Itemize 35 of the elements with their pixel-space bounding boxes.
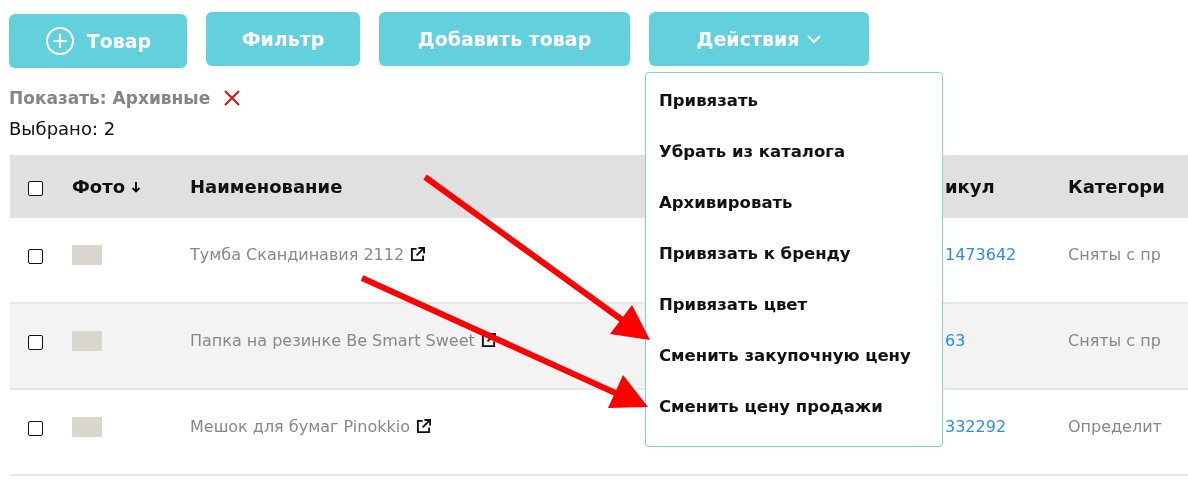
menu-item[interactable]: Архивировать [646, 185, 942, 236]
selected-count: Выбрано: 2 [8, 117, 116, 139]
article-link[interactable]: 332292 [945, 417, 1007, 436]
menu-item[interactable]: Привязать [646, 83, 942, 134]
product-name: Мешок для бумаг Pinokkio [190, 417, 410, 436]
row-checkbox[interactable] [27, 249, 43, 264]
menu-item[interactable]: Привязать цвет [646, 287, 942, 338]
filter-label: Показать: Архивные [9, 88, 211, 108]
photo-placeholder [72, 245, 102, 265]
article-link[interactable]: 1473642 [945, 245, 1017, 264]
table-cell: Сняты с пр [1068, 331, 1161, 350]
column-header: икул [945, 176, 995, 197]
product-name: Тумба Скандинавия 2112 [190, 245, 405, 264]
table-cell: Сняты с пр [1068, 245, 1161, 264]
sort-arrow-icon [131, 180, 141, 193]
menu-item[interactable]: Убрать из каталога [646, 134, 942, 185]
close-icon[interactable] [224, 90, 241, 106]
select-all-checkbox[interactable] [27, 181, 43, 196]
external-link-icon[interactable] [480, 333, 496, 348]
caret-icon [807, 35, 822, 43]
row-checkbox[interactable] [27, 335, 43, 350]
plus-circle-icon [44, 26, 75, 56]
column-header: Наименование [190, 176, 343, 197]
photo-placeholder [72, 417, 102, 437]
external-link-icon[interactable] [410, 247, 426, 262]
external-link-icon[interactable] [415, 419, 431, 434]
product-name: Папка на резинке Be Smart Sweet [190, 331, 475, 350]
column-header: Категори [1068, 176, 1165, 197]
row-checkbox[interactable] [27, 421, 43, 436]
table-cell: Определит [1068, 417, 1162, 436]
photo-placeholder [72, 331, 102, 351]
menu-item[interactable]: Сменить цену продажи [646, 389, 942, 440]
menu-item[interactable]: Привязать к бренду [646, 236, 942, 287]
column-header[interactable]: Фото [72, 176, 125, 197]
menu-item[interactable]: Сменить закупочную цену [646, 338, 942, 389]
